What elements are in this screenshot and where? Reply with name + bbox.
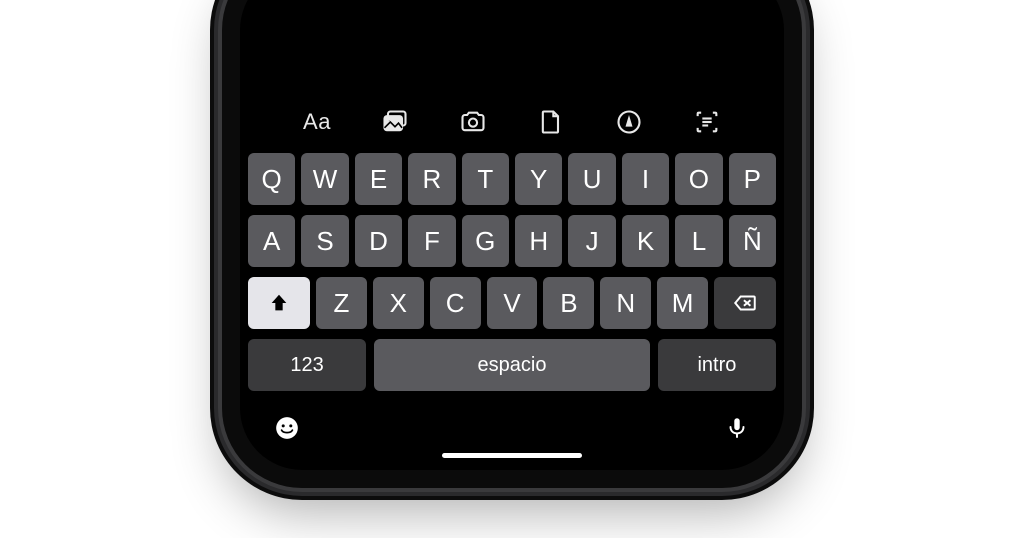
shift-key[interactable] bbox=[248, 277, 310, 329]
key-u[interactable]: U bbox=[568, 153, 615, 205]
text-format-icon[interactable]: Aa bbox=[300, 107, 334, 137]
key-d[interactable]: D bbox=[355, 215, 402, 267]
key-q[interactable]: Q bbox=[248, 153, 295, 205]
key-h[interactable]: H bbox=[515, 215, 562, 267]
camera-icon[interactable] bbox=[456, 107, 490, 137]
dictation-icon[interactable] bbox=[722, 413, 752, 443]
key-t[interactable]: T bbox=[462, 153, 509, 205]
numbers-key[interactable]: 123 bbox=[248, 339, 366, 391]
photos-icon[interactable] bbox=[378, 107, 412, 137]
keyboard-row-3: Z X C V B N M bbox=[248, 277, 776, 329]
key-o[interactable]: O bbox=[675, 153, 722, 205]
keyboard-toolbar: Aa bbox=[240, 89, 784, 147]
key-e[interactable]: E bbox=[355, 153, 402, 205]
phone-frame: Aa bbox=[222, 0, 802, 488]
key-j[interactable]: J bbox=[568, 215, 615, 267]
keyboard-row-2: A S D F G H J K L Ñ bbox=[248, 215, 776, 267]
space-key[interactable]: espacio bbox=[374, 339, 650, 391]
key-b[interactable]: B bbox=[543, 277, 594, 329]
key-i[interactable]: I bbox=[622, 153, 669, 205]
key-p[interactable]: P bbox=[729, 153, 776, 205]
backspace-key[interactable] bbox=[714, 277, 776, 329]
markup-icon[interactable] bbox=[612, 107, 646, 137]
keyboard-row-1: Q W E R T Y U I O P bbox=[248, 153, 776, 205]
key-n[interactable]: N bbox=[600, 277, 651, 329]
keyboard: Q W E R T Y U I O P A S D F G H bbox=[240, 147, 784, 407]
key-c[interactable]: C bbox=[430, 277, 481, 329]
home-indicator[interactable] bbox=[442, 453, 582, 458]
key-s[interactable]: S bbox=[301, 215, 348, 267]
scan-text-icon[interactable] bbox=[690, 107, 724, 137]
key-g[interactable]: G bbox=[462, 215, 509, 267]
key-w[interactable]: W bbox=[301, 153, 348, 205]
phone-screen: Aa bbox=[240, 0, 784, 470]
emoji-icon[interactable] bbox=[272, 413, 302, 443]
key-r[interactable]: R bbox=[408, 153, 455, 205]
key-v[interactable]: V bbox=[487, 277, 538, 329]
key-l[interactable]: L bbox=[675, 215, 722, 267]
key-k[interactable]: K bbox=[622, 215, 669, 267]
key-z[interactable]: Z bbox=[316, 277, 367, 329]
key-x[interactable]: X bbox=[373, 277, 424, 329]
key-f[interactable]: F bbox=[408, 215, 455, 267]
key-a[interactable]: A bbox=[248, 215, 295, 267]
key-m[interactable]: M bbox=[657, 277, 708, 329]
keyboard-row-space: 123 espacio intro bbox=[248, 339, 776, 391]
keyboard-bottom-bar bbox=[240, 407, 784, 453]
document-icon[interactable] bbox=[534, 107, 568, 137]
key-enye[interactable]: Ñ bbox=[729, 215, 776, 267]
return-key[interactable]: intro bbox=[658, 339, 776, 391]
key-y[interactable]: Y bbox=[515, 153, 562, 205]
